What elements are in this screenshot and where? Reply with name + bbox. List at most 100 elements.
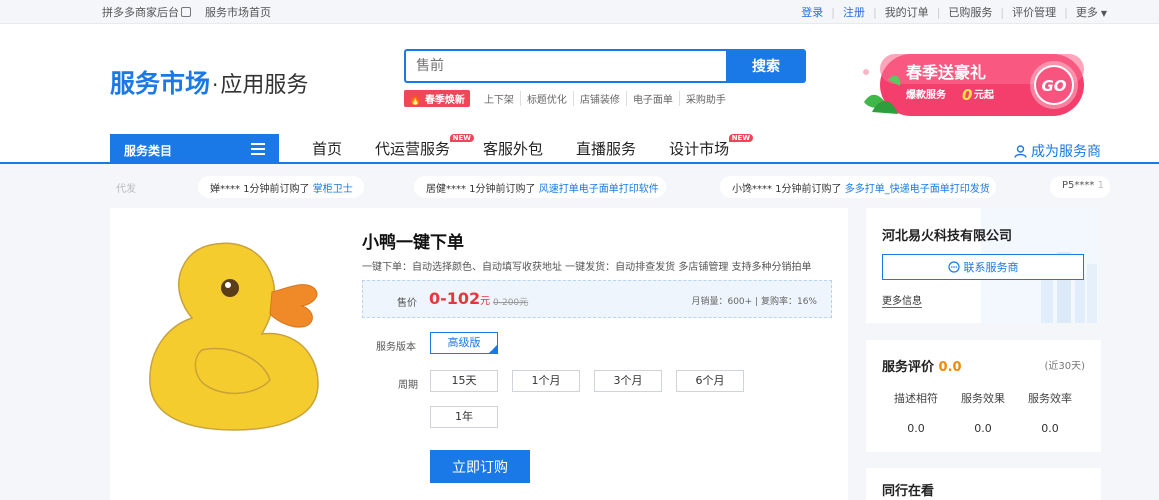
hot-word[interactable]: 上下架 xyxy=(478,91,521,106)
edition-label: 服务版本 xyxy=(376,342,416,353)
ticker-link[interactable]: 风速打单电子面单打印软件 xyxy=(539,184,659,195)
ticker-text: 1分钟前订购了 xyxy=(466,184,539,195)
shop-card: 河北易火科技有限公司 联系服务商 更多信息 xyxy=(866,208,1101,323)
ticker-item: P5**** 1 xyxy=(1050,176,1110,198)
ticker-link[interactable]: 多多打单_快递电子面单打印发货 xyxy=(845,184,990,195)
more-info-link[interactable]: 更多信息 xyxy=(882,292,922,308)
buy-now-button[interactable]: 立即订购 xyxy=(430,450,530,483)
search-input[interactable] xyxy=(404,49,726,83)
ticker-item[interactable]: 婵**** 1分钟前订购了 掌柜卫士 xyxy=(198,176,364,198)
nav-item-label: 首页 xyxy=(312,140,343,158)
market-home-link[interactable]: 服务市场首页 xyxy=(205,4,271,20)
divider: | xyxy=(872,5,877,19)
monthly-sales: 月销量：600+ xyxy=(691,297,753,307)
caret-down-icon: ▼ xyxy=(1100,9,1107,18)
ticker-text: 1分钟前订购了 xyxy=(772,184,845,195)
chat-icon xyxy=(947,261,960,273)
logo-dot: · xyxy=(212,73,219,97)
period-option[interactable]: 15天 xyxy=(430,370,498,392)
duck-image xyxy=(149,242,319,431)
metric-label: 服务效率 xyxy=(1028,392,1072,405)
spring-promo-banner[interactable]: 春季送豪礼 爆款服务 0 元起 GO xyxy=(858,50,1088,120)
metric-effect: 服务效果 0.0 xyxy=(953,390,1013,435)
nav-item-label: 直播服务 xyxy=(576,140,637,158)
divider: | xyxy=(1064,5,1068,19)
price-box: 售价 0-102元 0-200元 月销量：600+ | 复购率：16% xyxy=(362,280,832,318)
hot-word[interactable]: 电子面单 xyxy=(627,91,680,106)
become-provider-label: 成为服务商 xyxy=(1031,144,1101,160)
evaluation-period: (近30天) xyxy=(1044,361,1085,372)
price-value: 0-102元 xyxy=(429,289,490,308)
logo-main-text: 服务市场 xyxy=(110,69,211,98)
edition-option-label: 高级版 xyxy=(447,336,481,349)
nav-item-operation[interactable]: 代运营服务 NEW xyxy=(375,134,475,159)
nav-item-label: 设计市场 xyxy=(669,140,730,158)
login-link[interactable]: 登录 xyxy=(801,4,823,20)
top-bar: 拼多多商家后台 服务市场首页 登录 | 注册 | 我的订单 | 已购服务 | 评… xyxy=(0,0,1159,24)
more-menu[interactable]: 更多 ▼ xyxy=(1076,4,1107,20)
become-provider-link[interactable]: 成为服务商 xyxy=(1014,141,1101,161)
ticker-item[interactable]: 小馋**** 1分钟前订购了 多多打单_快递电子面单打印发货 xyxy=(720,176,996,198)
period-label: 周期 xyxy=(398,380,418,391)
new-badge: NEW xyxy=(728,134,754,142)
site-logo[interactable]: 服务市场 · 应用服务 xyxy=(110,64,308,100)
contact-provider-button[interactable]: 联系服务商 xyxy=(882,254,1084,280)
hot-word[interactable]: 店铺装修 xyxy=(574,91,627,106)
edition-option-advanced[interactable]: 高级版 ✓ xyxy=(430,332,498,354)
category-menu-button[interactable]: 服务类目 xyxy=(110,134,279,164)
metric-description: 描述相符 0.0 xyxy=(886,390,946,435)
category-label: 服务类目 xyxy=(124,144,173,158)
promo-go: GO xyxy=(1041,77,1066,95)
period-option[interactable]: 1个月 xyxy=(512,370,580,392)
nav-item-label: 客服外包 xyxy=(483,140,544,158)
hot-word[interactable]: 标题优化 xyxy=(521,91,574,106)
divider: | xyxy=(1000,5,1005,19)
divider: | xyxy=(936,5,941,19)
ticker-link[interactable]: 掌柜卫士 xyxy=(313,184,353,195)
promo-sub-num: 0 xyxy=(962,86,972,104)
peers-viewing-card: 同行在看 xyxy=(866,468,1101,500)
metric-value: 0.0 xyxy=(907,422,925,435)
contact-provider-label: 联系服务商 xyxy=(963,261,1019,274)
search-button[interactable]: 搜索 xyxy=(726,49,806,83)
nav-item-label: 代运营服务 xyxy=(375,140,451,158)
period-option[interactable]: 6个月 xyxy=(676,370,744,392)
divider: | xyxy=(831,5,835,19)
review-management-link[interactable]: 评价管理 xyxy=(1012,4,1056,20)
main-nav: 服务类目 首页 代运营服务 NEW 客服外包 直播服务 设计市场 NEW 成为服务商 xyxy=(0,134,1159,164)
shop-name: 河北易火科技有限公司 xyxy=(882,229,1013,244)
nav-item-home[interactable]: 首页 xyxy=(312,138,342,159)
original-price: 0-200元 xyxy=(493,298,529,308)
my-orders-link[interactable]: 我的订单 xyxy=(885,4,929,20)
metric-value: 0.0 xyxy=(974,422,992,435)
bought-services-link[interactable]: 已购服务 xyxy=(948,4,992,20)
nav-item-design[interactable]: 设计市场 NEW xyxy=(669,134,754,159)
metric-value: 0.0 xyxy=(1041,422,1059,435)
register-link[interactable]: 注册 xyxy=(843,4,865,20)
nav-item-live[interactable]: 直播服务 xyxy=(576,138,636,159)
ticker-text: 1 xyxy=(1094,180,1104,191)
promo-sub-suffix: 元起 xyxy=(974,88,995,101)
ticker-user: 居健**** xyxy=(426,184,466,195)
nav-item-customer-service[interactable]: 客服外包 xyxy=(483,138,543,159)
product-title: 小鸭一键下单 xyxy=(362,233,464,253)
merchant-backend-link[interactable]: 拼多多商家后台 xyxy=(102,4,191,20)
metric-label: 服务效果 xyxy=(961,392,1005,405)
ticker-item: 代发 xyxy=(104,176,156,198)
price-unit: 元 xyxy=(480,296,491,307)
period-option[interactable]: 1年 xyxy=(430,406,498,428)
ticker-user: 婵**** xyxy=(210,184,240,195)
service-evaluation-card: 服务评价 0.0 (近30天) 描述相符 0.0 服务效果 0.0 服务效率 0… xyxy=(866,340,1101,452)
logo-sub-text: 应用服务 xyxy=(220,73,309,98)
external-link-icon xyxy=(181,7,191,17)
product-panel: 小鸭一键下单 一键下单：自动选择颜色、自动填写收获地址 一键发货：自动排查发货 … xyxy=(110,208,848,500)
sales-stats: 月销量：600+ | 复购率：16% xyxy=(691,297,817,307)
hot-tag[interactable]: 🔥 春季焕新 xyxy=(404,90,470,107)
order-ticker: 代发 婵**** 1分钟前订购了 掌柜卫士 居健**** 1分钟前订购了 风速打… xyxy=(0,176,1159,198)
ticker-item[interactable]: 居健**** 1分钟前订购了 风速打单电子面单打印软件 xyxy=(414,176,666,198)
user-icon xyxy=(1014,144,1027,158)
metric-label: 描述相符 xyxy=(894,392,938,405)
price-label: 售价 xyxy=(397,298,417,309)
period-option[interactable]: 3个月 xyxy=(594,370,662,392)
hot-word[interactable]: 采购助手 xyxy=(680,91,732,106)
